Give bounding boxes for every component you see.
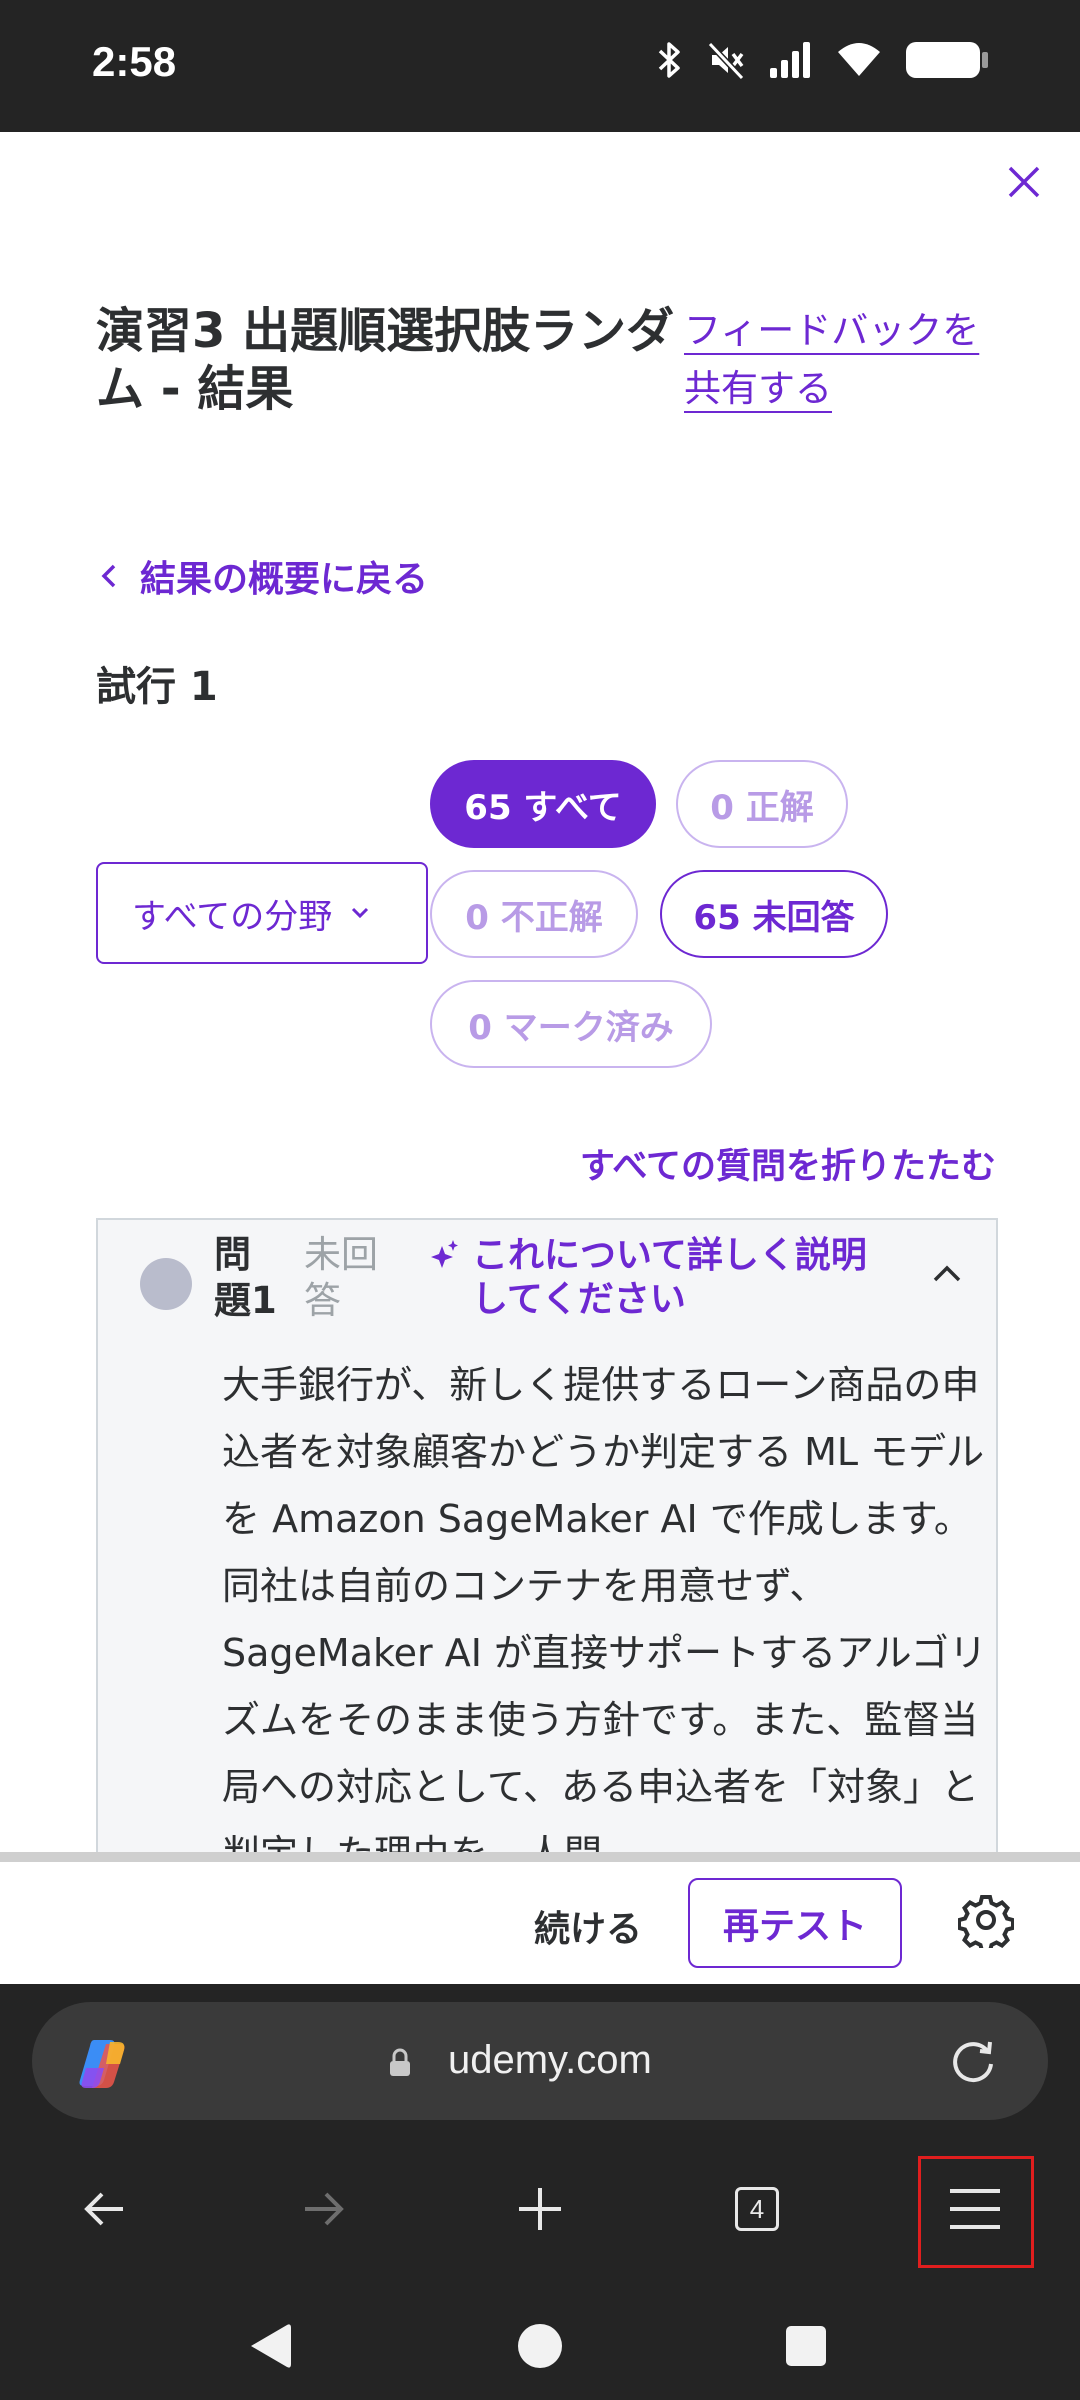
plus-icon [519,2188,561,2230]
close-button[interactable] [996,154,1052,210]
filter-all[interactable]: 65 すべて [430,760,656,848]
question-status: 未回答 [304,1233,378,1322]
sparkle-icon [431,1240,458,1268]
menu-highlight-box [918,2156,1034,2268]
attempt-label: 試行 1 [96,664,218,710]
share-feedback-label: フィードバックを共有する [684,309,980,410]
question-card: 問題1 未回答 これについて詳しく説明してください 大手銀行が、新しく提供するロ… [96,1218,998,1862]
system-nav-bar [0,2290,1080,2400]
page-title: 演習3 出題順選択肢ランダム - 結果 [96,303,675,417]
chevron-left-icon [101,564,116,588]
filter-correct[interactable]: 0 正解 [676,760,848,848]
collapse-question-button[interactable] [932,1264,962,1288]
tabs-button[interactable]: 4 [702,2154,812,2264]
forward-button[interactable] [268,2154,378,2264]
status-time: 2:58 [92,38,177,85]
reload-icon [953,2041,993,2083]
status-icons [656,40,990,80]
arrow-right-icon [305,2192,344,2226]
settings-button[interactable] [957,1892,1015,1953]
back-button[interactable] [50,2154,160,2264]
back-link-label: 結果の概要に戻る [140,559,429,600]
chevron-up-icon [933,1265,961,1282]
gear-icon [957,1895,1015,1953]
close-icon [1008,166,1040,198]
share-feedback-link[interactable]: フィードバックを共有する [684,302,1004,418]
collapse-all-link[interactable]: すべての質問を折りたたむ [580,1138,996,1189]
system-back-button[interactable] [230,2306,310,2386]
explain-label: これについて詳しく説明してください [472,1235,867,1320]
mute-icon [707,41,745,80]
address-bar[interactable]: udemy.com [32,2002,1048,2120]
lock-icon [390,2048,410,2076]
action-bar: 続ける 再テスト [0,1862,1080,1984]
battery-icon [906,42,988,78]
wifi-icon [838,43,880,76]
chevron-down-icon [352,907,369,919]
continue-button[interactable]: 続ける [534,1900,642,1952]
tab-count: 4 [735,2187,779,2231]
scroll-divider [0,1852,1080,1862]
copilot-logo-icon [79,2040,125,2088]
question-text: 大手銀行が、新しく提供するローン商品の申込者を対象顧客かどうか判定する ML モ… [222,1363,987,1862]
bluetooth-icon [658,42,680,78]
arrow-left-icon [84,2192,123,2226]
system-recents-button[interactable] [766,2306,846,2386]
square-recents-icon [786,2326,826,2366]
retest-button[interactable]: 再テスト [688,1878,902,1968]
filter-unanswered[interactable]: 65 未回答 [660,870,888,958]
new-tab-button[interactable] [485,2154,595,2264]
signal-icon [770,42,810,78]
triangle-back-icon [251,2324,291,2368]
system-home-button[interactable] [500,2306,580,2386]
back-to-summary-link[interactable]: 結果の概要に戻る [100,550,428,602]
circle-home-icon [518,2324,562,2368]
question-number: 問題1 [214,1233,277,1322]
domain-select[interactable]: すべての分野 [96,862,428,964]
filter-incorrect[interactable]: 0 不正解 [430,870,638,958]
filter-marked[interactable]: 0 マーク済み [430,980,712,1068]
status-bar: 2:58 [0,0,1080,132]
url-text: udemy.com [448,2038,652,2082]
results-page: 演習3 出題順選択肢ランダム - 結果 フィードバックを共有する 結果の概要に戻… [0,132,1080,1862]
question-status-indicator [140,1258,192,1310]
explain-button[interactable]: これについて詳しく説明してください [428,1234,892,1322]
domain-select-value: すべての分野 [132,896,333,937]
